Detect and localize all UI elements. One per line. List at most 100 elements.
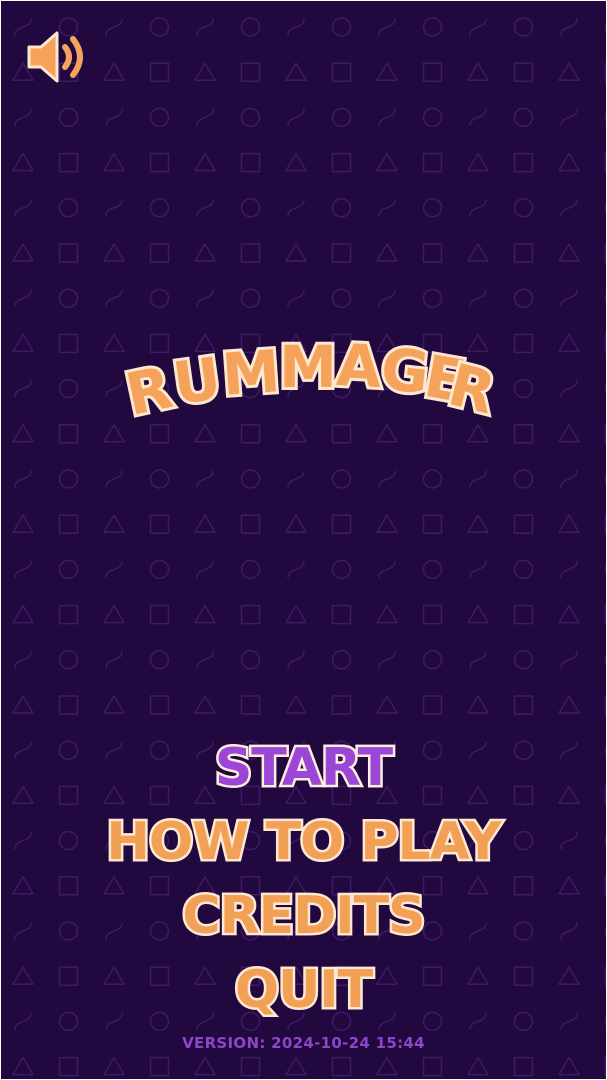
pattern-triangle-shape (376, 152, 398, 172)
pattern-circle-shape (240, 107, 261, 128)
pattern-triangle-shape (194, 243, 216, 262)
pattern-circle-shape (513, 559, 534, 580)
pattern-triangle-shape (558, 243, 580, 262)
pattern-square-shape (331, 62, 352, 82)
pattern-square-shape (240, 695, 261, 715)
pattern-wave-shape (196, 651, 214, 669)
pattern-triangle-shape (376, 695, 398, 714)
how-to-play-button[interactable]: HOW TO PLAY (104, 805, 504, 879)
pattern-triangle-shape (12, 695, 34, 714)
pattern-square-shape (240, 152, 261, 173)
main-menu: START HOW TO PLAY CREDITS QUIT (1, 731, 606, 1027)
pattern-circle-shape (149, 288, 170, 308)
pattern-triangle-shape (12, 1056, 34, 1076)
pattern-square-shape (331, 604, 352, 625)
pattern-square-shape (240, 243, 261, 263)
pattern-wave-shape (14, 289, 32, 307)
pattern-triangle-shape (12, 604, 34, 624)
speaker-on-icon (27, 31, 83, 83)
pattern-wave-shape (560, 560, 578, 579)
pattern-wave-shape (105, 18, 123, 36)
pattern-triangle-shape (103, 604, 125, 624)
pattern-circle-shape (149, 469, 170, 489)
pattern-square-shape (149, 695, 170, 715)
pattern-square-shape (422, 243, 443, 263)
pattern-circle-shape (58, 198, 79, 218)
pattern-triangle-shape (285, 62, 307, 81)
title-letter: A (335, 331, 383, 401)
start-button[interactable]: START (212, 731, 395, 805)
pattern-square-shape (513, 695, 534, 715)
pattern-triangle-shape (12, 152, 34, 172)
pattern-circle-shape (422, 650, 443, 670)
pattern-circle-shape (604, 655, 606, 665)
pattern-circle-shape (513, 469, 534, 489)
pattern-circle-shape (422, 469, 443, 489)
pattern-triangle-shape (558, 604, 580, 624)
pattern-circle-shape (240, 17, 261, 37)
main-menu-screen: R U M M A G E R START HOW TO PLAY CREDIT… (1, 1, 606, 1079)
pattern-square-shape (58, 604, 79, 625)
pattern-square-shape (422, 1056, 443, 1077)
pattern-wave-shape (469, 560, 487, 579)
pattern-square-shape (331, 152, 352, 173)
pattern-square-shape (331, 695, 352, 715)
pattern-square-shape (240, 514, 261, 534)
pattern-square-shape (422, 62, 443, 82)
pattern-square-shape (58, 695, 79, 715)
pattern-triangle-shape (103, 243, 125, 262)
pattern-circle-shape (422, 17, 443, 37)
pattern-triangle-shape (467, 152, 489, 172)
pattern-wave-shape (560, 651, 578, 669)
pattern-circle-shape (58, 469, 79, 489)
pattern-square-shape (513, 243, 534, 263)
pattern-wave-shape (196, 108, 214, 127)
pattern-square-shape (149, 604, 170, 625)
pattern-triangle-shape (558, 514, 580, 533)
pattern-triangle-shape (194, 514, 216, 533)
pattern-square-shape (149, 243, 170, 263)
pattern-square-shape (58, 243, 79, 263)
pattern-square-shape (604, 152, 606, 173)
pattern-circle-shape (149, 650, 170, 670)
pattern-square-shape (58, 152, 79, 173)
pattern-circle-shape (58, 107, 79, 128)
pattern-wave-shape (287, 108, 305, 127)
pattern-square-shape (422, 604, 443, 625)
pattern-triangle-shape (12, 243, 34, 262)
pattern-wave-shape (469, 18, 487, 36)
pattern-circle-shape (149, 107, 170, 128)
credits-button[interactable]: CREDITS (180, 879, 428, 953)
pattern-square-shape (604, 1056, 606, 1077)
pattern-circle-shape (513, 107, 534, 128)
sound-toggle-button[interactable] (23, 27, 93, 87)
pattern-triangle-shape (285, 243, 307, 262)
pattern-wave-shape (105, 651, 123, 669)
pattern-wave-shape (105, 560, 123, 579)
pattern-wave-shape (14, 560, 32, 579)
quit-button[interactable]: QUIT (232, 953, 375, 1027)
title-letter: M (279, 333, 337, 401)
pattern-circle-shape (604, 564, 606, 575)
pattern-square-shape (240, 1056, 261, 1077)
pattern-wave-shape (378, 560, 396, 579)
pattern-wave-shape (14, 108, 32, 127)
pattern-wave-shape (287, 470, 305, 488)
pattern-circle-shape (513, 17, 534, 37)
pattern-square-shape (149, 1056, 170, 1077)
pattern-circle-shape (513, 650, 534, 670)
pattern-circle-shape (422, 559, 443, 580)
pattern-circle-shape (604, 293, 606, 303)
pattern-circle-shape (331, 559, 352, 580)
pattern-circle-shape (58, 650, 79, 670)
pattern-circle-shape (240, 559, 261, 580)
pattern-triangle-shape (103, 62, 125, 81)
pattern-triangle-shape (376, 514, 398, 533)
pattern-triangle-shape (467, 243, 489, 262)
pattern-triangle-shape (467, 62, 489, 81)
pattern-triangle-shape (467, 604, 489, 624)
pattern-square-shape (422, 514, 443, 534)
pattern-triangle-shape (194, 1056, 216, 1076)
game-title: R U M M A G E R (1, 331, 606, 441)
pattern-square-shape (149, 62, 170, 82)
